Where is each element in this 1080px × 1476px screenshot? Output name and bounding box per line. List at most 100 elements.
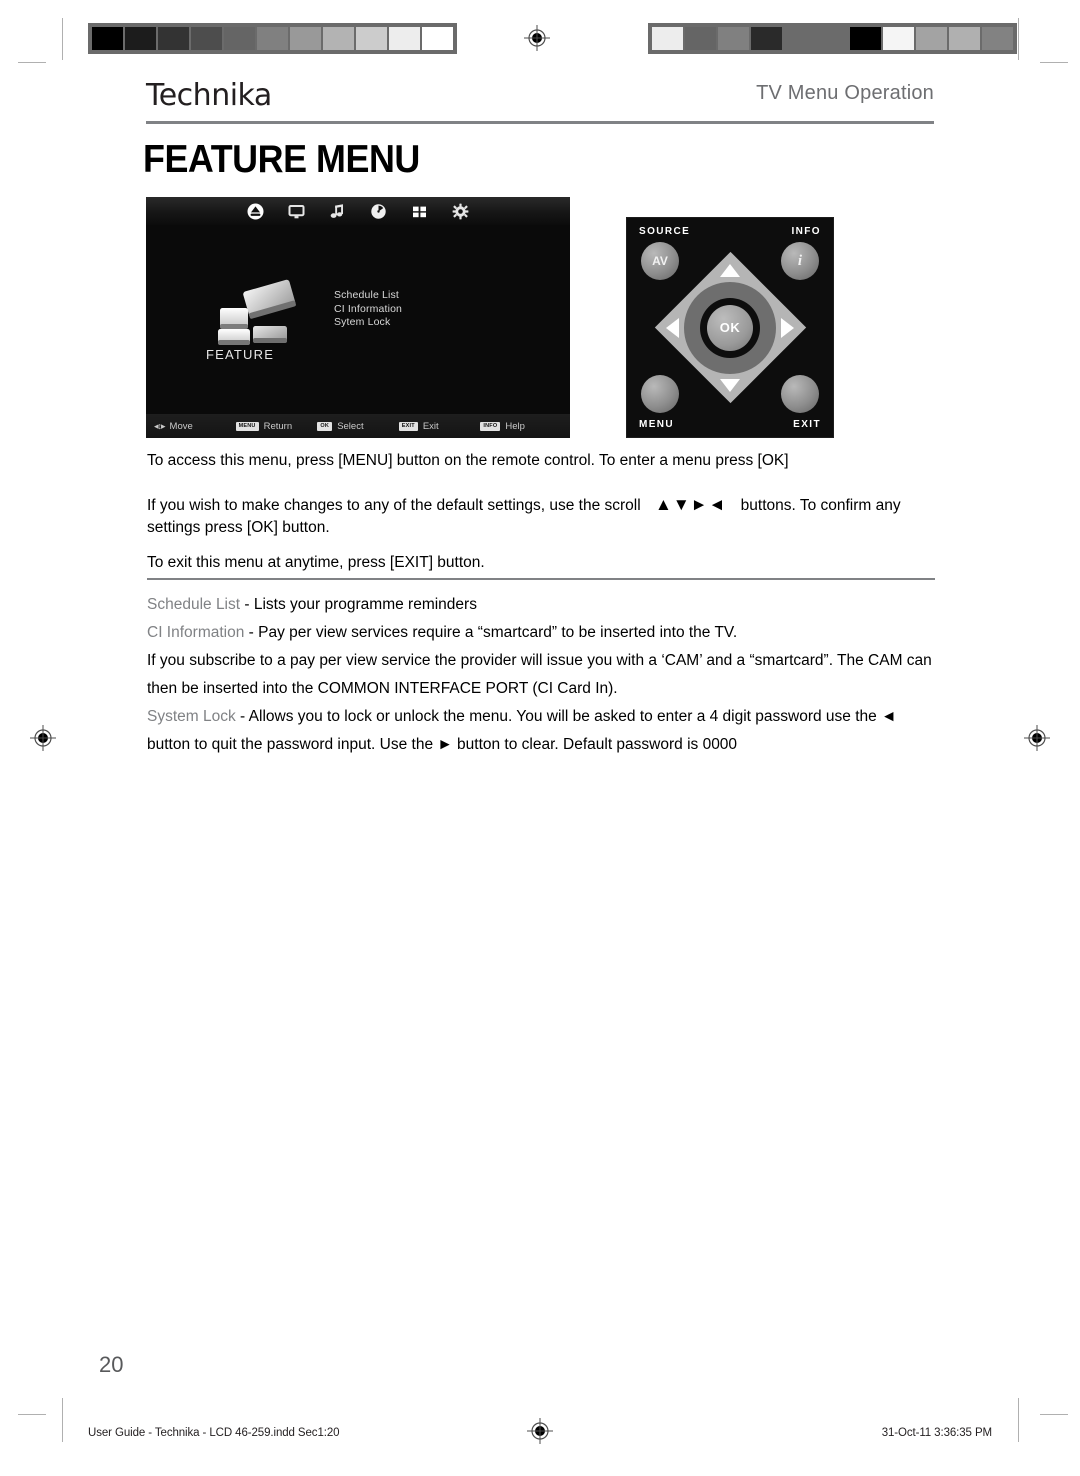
colorbar-swatch <box>191 27 222 50</box>
remote-exit-label: EXIT <box>793 419 821 430</box>
trim-mark-right-top-h <box>1040 62 1068 63</box>
remote-ok-button[interactable]: OK <box>707 304 753 351</box>
glossary-entry: CI Information - Pay per view services r… <box>147 619 937 647</box>
colorbar-swatch <box>751 27 782 50</box>
time-clock-icon <box>370 203 387 220</box>
glossary-description: If you subscribe to a pay per view servi… <box>147 652 932 697</box>
osd-menu-item[interactable]: Sytem Lock <box>334 316 402 330</box>
move-arrows-icon: ◂↕▸ <box>154 420 166 431</box>
section-title: TV Menu Operation <box>756 82 934 104</box>
setup-gear-icon <box>452 203 469 220</box>
registration-target-icon-top <box>524 25 550 51</box>
osd-hint-label: Move <box>169 420 193 432</box>
colorbar-swatch <box>784 27 815 50</box>
scroll-arrows-icon: ▲▼►◄ <box>655 495 727 514</box>
osd-hint: OK Select <box>317 421 399 432</box>
page-header: Technika TV Menu Operation <box>146 78 934 113</box>
colorbar-swatch <box>652 27 683 50</box>
trim-mark-left-top-h <box>18 62 46 63</box>
instruction-paragraph-1: To access this menu, press [MENU] button… <box>147 452 789 469</box>
osd-icon-bar <box>146 197 570 225</box>
header-divider <box>146 121 934 124</box>
osd-hint-label: Return <box>263 420 293 432</box>
instruction-paragraph-3: To exit this menu at anytime, press [EXI… <box>147 554 485 571</box>
page-title: FEATURE MENU <box>143 138 420 181</box>
glossary-description: Lists your programme reminders <box>253 596 477 613</box>
dpad-down-arrow-icon[interactable] <box>720 378 740 392</box>
glossary-description: Allows you to lock or unlock the menu. Y… <box>147 708 897 753</box>
trim-mark-top-right-v <box>1018 18 1019 60</box>
glossary-entry: Schedule List - Lists your programme rem… <box>147 591 937 619</box>
colorbar-swatch <box>949 27 980 50</box>
remote-control-diagram: SOURCE AV INFO i OK MENU EXIT <box>626 217 834 438</box>
glossary-term: CI Information <box>147 624 245 641</box>
brand-logo: Technika <box>146 78 272 113</box>
instruction-paragraph-2: If you wish to make changes to any of th… <box>147 495 937 539</box>
colorbar-swatch <box>817 27 848 50</box>
remote-info-label: INFO <box>791 226 821 237</box>
glossary-section: Schedule List - Lists your programme rem… <box>147 591 937 759</box>
glossary-description: Pay per view services require a “smartca… <box>258 624 738 641</box>
feature-category-label: FEATURE <box>206 347 275 362</box>
colorbar-swatch <box>883 27 914 50</box>
glossary-entry: System Lock - Allows you to lock or unlo… <box>147 703 937 759</box>
footer-file-info: User Guide - Technika - LCD 46-259.indd … <box>88 1427 340 1439</box>
trim-mark-right-bottom-h <box>1040 1414 1068 1415</box>
channel-antenna-icon <box>247 203 264 220</box>
dpad-up-arrow-icon[interactable] <box>720 263 740 277</box>
osd-hint: EXIT Exit <box>398 420 481 432</box>
glossary-separator: - <box>244 624 259 641</box>
paragraph-2-text-before: If you wish to make changes to any of th… <box>147 497 641 514</box>
tv-osd-screenshot: FEATURE Schedule List CI Information Sytem… <box>146 197 570 438</box>
colorbar-swatch <box>125 27 156 50</box>
osd-hint-label: Exit <box>422 420 439 432</box>
remote-dpad[interactable]: OK <box>654 251 806 404</box>
page-number: 20 <box>99 1352 124 1377</box>
osd-content: FEATURE Schedule List CI Information Sytem… <box>146 225 570 414</box>
colorbar-swatch <box>257 27 288 50</box>
grayscale-colorbar-right <box>648 23 1017 54</box>
colorbar-swatch <box>685 27 716 50</box>
osd-hint: ◂↕▸ Move <box>154 421 236 432</box>
colorbar-swatch <box>389 27 420 50</box>
colorbar-swatch <box>290 27 321 50</box>
colorbar-swatch <box>323 27 354 50</box>
registration-target-icon-right <box>1024 725 1050 751</box>
osd-hint-key: MENU <box>235 421 259 431</box>
colorbar-swatch <box>224 27 255 50</box>
trim-mark-bottom-left-v <box>62 1398 63 1442</box>
trim-mark-top-left-v <box>62 18 63 60</box>
colorbar-swatch <box>158 27 189 50</box>
colorbar-swatch <box>982 27 1013 50</box>
osd-hint: MENU Return <box>235 420 318 432</box>
registration-target-icon-left <box>30 725 56 751</box>
glossary-separator: - <box>240 596 254 613</box>
sound-music-note-icon <box>329 203 346 220</box>
document-page: Technika TV Menu Operation FEATURE MENU <box>0 0 1080 1476</box>
picture-monitor-icon <box>288 203 305 220</box>
glossary-entry: If you subscribe to a pay per view servi… <box>147 647 937 703</box>
osd-menu-item[interactable]: CI Information <box>334 303 402 317</box>
osd-menu-item[interactable]: Schedule List <box>334 289 402 303</box>
feature-grid-icon <box>411 203 428 220</box>
section-divider <box>147 578 935 580</box>
dpad-left-arrow-icon[interactable] <box>666 317 679 338</box>
trim-mark-bottom-right-v <box>1018 1398 1019 1442</box>
remote-exit-button[interactable] <box>781 375 819 413</box>
grayscale-colorbar-left <box>88 23 457 54</box>
osd-hint-key: INFO <box>480 421 501 431</box>
osd-hint-bar: ◂↕▸ Move MENU Return OK Select EXIT Exit INFO Hel… <box>146 414 570 438</box>
osd-hint-label: Select <box>337 420 364 432</box>
glossary-term: Schedule List <box>147 596 241 613</box>
osd-hint-key: OK <box>317 421 333 431</box>
remote-menu-label: MENU <box>639 419 675 430</box>
glossary-separator: - <box>235 708 249 725</box>
registration-target-icon-bottom <box>527 1418 553 1444</box>
colorbar-swatch <box>916 27 947 50</box>
glossary-term: System Lock <box>147 708 236 725</box>
colorbar-swatch <box>92 27 123 50</box>
osd-hint-key: EXIT <box>398 421 418 431</box>
colorbar-swatch <box>356 27 387 50</box>
dpad-right-arrow-icon[interactable] <box>781 317 794 338</box>
remote-menu-button[interactable] <box>641 375 679 413</box>
